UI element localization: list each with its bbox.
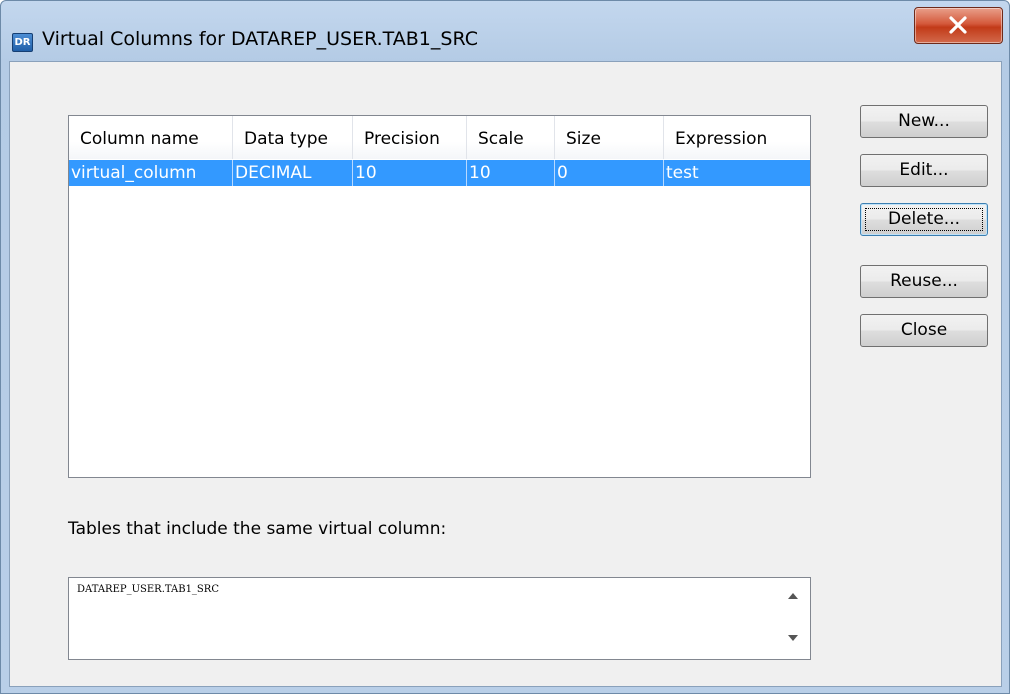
column-header-column-name[interactable]: Column name (69, 116, 233, 159)
delete-button[interactable]: Delete... (860, 203, 988, 236)
table-row[interactable]: virtual_column DECIMAL 10 10 0 test (69, 160, 810, 186)
tables-list[interactable]: DATAREP_USER.TAB1_SRC (68, 577, 811, 660)
scroll-down-arrow-icon[interactable] (787, 634, 799, 642)
cell-size: 0 (555, 160, 664, 186)
column-header-scale[interactable]: Scale (467, 116, 555, 159)
list-item[interactable]: DATAREP_USER.TAB1_SRC (77, 584, 219, 595)
cell-column-name: virtual_column (69, 160, 233, 186)
column-header-data-type[interactable]: Data type (233, 116, 353, 159)
column-header-expression[interactable]: Expression (664, 116, 810, 159)
app-icon: DR (12, 33, 33, 52)
edit-button[interactable]: Edit... (860, 154, 988, 187)
scroll-up-arrow-icon[interactable] (787, 592, 799, 600)
dialog-client-area: Column name Data type Precision Scale Si… (9, 61, 1002, 687)
focus-rectangle (865, 208, 983, 231)
window-title: Virtual Columns for DATAREP_USER.TAB1_SR… (42, 28, 478, 50)
cell-expression: test (666, 163, 699, 183)
column-header-precision[interactable]: Precision (353, 116, 467, 159)
new-button[interactable]: New... (860, 105, 988, 138)
vertical-scrollbar[interactable] (776, 578, 810, 659)
virtual-columns-table[interactable]: Column name Data type Precision Scale Si… (68, 115, 811, 478)
column-header-size[interactable]: Size (555, 116, 664, 159)
cell-data-type: DECIMAL (233, 160, 353, 186)
cell-precision: 10 (353, 160, 467, 186)
close-window-button[interactable] (914, 7, 1003, 44)
reuse-button[interactable]: Reuse... (860, 265, 988, 298)
close-x-icon (949, 16, 967, 34)
close-button[interactable]: Close (860, 314, 988, 347)
cell-scale: 10 (467, 160, 555, 186)
tables-label: Tables that include the same virtual col… (68, 519, 447, 539)
table-header: Column name Data type Precision Scale Si… (69, 116, 810, 159)
dialog-window: DR Virtual Columns for DATAREP_USER.TAB1… (0, 0, 1010, 694)
